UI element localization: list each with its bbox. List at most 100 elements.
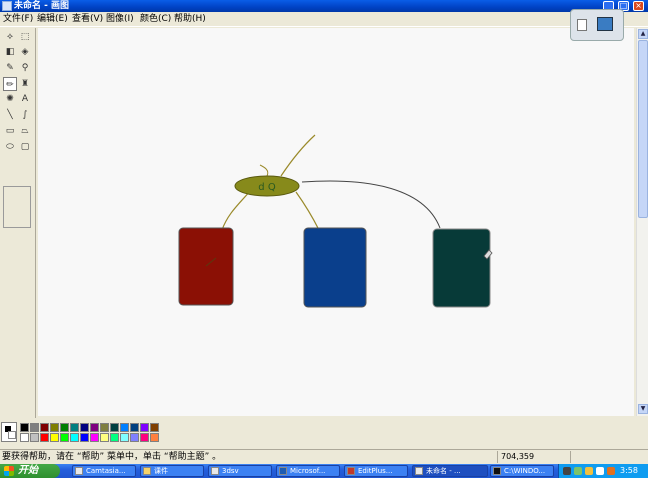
magnifier-icon[interactable]: ⚲ <box>18 61 32 75</box>
color-palette <box>0 418 648 448</box>
console-icon <box>493 467 501 475</box>
polygon-icon[interactable]: ⏢ <box>18 124 32 138</box>
palette-swatch[interactable] <box>150 433 159 442</box>
drawn-box-blue <box>303 227 367 308</box>
taskbar-button-paint[interactable]: 未命名 - ... <box>412 465 488 477</box>
windows-logo-icon <box>4 466 14 476</box>
palette-swatch[interactable] <box>100 433 109 442</box>
folder-icon <box>143 467 151 475</box>
palette-swatch[interactable] <box>30 433 39 442</box>
palette-swatch[interactable] <box>90 423 99 432</box>
tray-update-icon[interactable] <box>607 467 615 475</box>
paint-app-icon <box>2 1 12 11</box>
scroll-thumb[interactable] <box>638 40 648 218</box>
pencil-icon[interactable]: ✏ <box>3 77 17 91</box>
current-colors[interactable] <box>1 422 17 442</box>
rectangle-icon[interactable]: ▭ <box>3 124 17 138</box>
ellipse-icon[interactable]: ⬭ <box>3 140 17 154</box>
palette-swatch[interactable] <box>140 433 149 442</box>
status-bar: 要获得帮助，请在 “帮助” 菜单中，单击 “帮助主题” 。 704,359 <box>0 449 648 464</box>
menu-view[interactable]: 查看(V) <box>72 13 103 26</box>
palette-swatch[interactable] <box>50 423 59 432</box>
taskbar-button-3dsv[interactable]: 3dsv <box>208 465 272 477</box>
scroll-up-icon[interactable]: ▲ <box>638 29 648 39</box>
menu-image[interactable]: 图像(I) <box>106 13 134 26</box>
drawn-line-middle <box>295 191 320 231</box>
drawn-line-right <box>301 180 441 229</box>
palette-swatch[interactable] <box>50 433 59 442</box>
drawn-box-red <box>178 227 234 306</box>
canvas-area: d Q <box>38 28 634 416</box>
drawn-line-top-left <box>259 164 269 177</box>
palette-swatch[interactable] <box>120 423 129 432</box>
palette-swatch[interactable] <box>80 423 89 432</box>
palette-swatch[interactable] <box>100 423 109 432</box>
palette-swatch[interactable] <box>130 433 139 442</box>
palette-swatch[interactable] <box>120 433 129 442</box>
curve-icon[interactable]: ∫ <box>18 108 32 122</box>
drawing-svg: d Q <box>178 134 493 308</box>
tray-security-icon[interactable] <box>596 467 604 475</box>
taskbar-clock[interactable]: 3:58 <box>620 464 638 478</box>
palette-swatch[interactable] <box>110 433 119 442</box>
free-select-icon[interactable]: ⟡ <box>3 30 17 44</box>
palette-swatch[interactable] <box>70 433 79 442</box>
palette-swatch[interactable] <box>150 423 159 432</box>
taskbar-button-cmd[interactable]: C:\WINDO... <box>490 465 554 477</box>
palette-swatch[interactable] <box>60 423 69 432</box>
palette-swatch[interactable] <box>80 433 89 442</box>
palette-swatch[interactable] <box>60 433 69 442</box>
line-icon[interactable]: ╲ <box>3 108 17 122</box>
palette-swatch[interactable] <box>130 423 139 432</box>
paint-window: 未命名 - 画图 _ □ × 文件(F) 编辑(E) 查看(V) 图像(I) 颜… <box>0 0 648 478</box>
tool-options-box[interactable] <box>3 186 31 228</box>
word-icon <box>279 467 287 475</box>
rect-select-icon[interactable]: ⬚ <box>18 30 32 44</box>
taskbar-button-editplus[interactable]: EditPlus... <box>344 465 408 477</box>
palette-swatch[interactable] <box>110 423 119 432</box>
window-title: 未命名 - 画图 <box>14 1 70 11</box>
overlay-monitor-icon[interactable] <box>597 17 613 31</box>
taskbar: 开始 Camtasia... 课件 3dsv Microsof... EditP… <box>0 464 648 478</box>
drawing-canvas[interactable]: d Q <box>38 28 634 416</box>
editplus-icon <box>347 467 355 475</box>
airbrush-icon[interactable]: ✺ <box>3 92 17 106</box>
pick-color-icon[interactable]: ✎ <box>3 61 17 75</box>
menu-help[interactable]: 帮助(H) <box>174 13 206 26</box>
palette-swatch[interactable] <box>70 423 79 432</box>
fill-icon[interactable]: ◈ <box>18 45 32 59</box>
floating-tool-overlay[interactable] <box>570 9 624 41</box>
palette-swatch[interactable] <box>140 423 149 432</box>
toolbox: ⟡ ⬚ ◧ ◈ ✎ ⚲ ✏ ♜ ✺ A ╲ ∫ ▭ ⏢ ⬭ ▢ <box>0 28 36 418</box>
tray-volume-icon[interactable] <box>585 467 593 475</box>
palette-swatch[interactable] <box>30 423 39 432</box>
close-button[interactable]: × <box>633 1 644 11</box>
camtasia-icon <box>75 467 83 475</box>
tray-app-icon[interactable] <box>563 467 571 475</box>
cursor-coordinates: 704,359 <box>497 451 567 463</box>
rounded-rect-icon[interactable]: ▢ <box>18 140 32 154</box>
status-help-text: 要获得帮助，请在 “帮助” 菜单中，单击 “帮助主题” 。 <box>2 452 222 462</box>
palette-swatch[interactable] <box>90 433 99 442</box>
eraser-icon[interactable]: ◧ <box>3 45 17 59</box>
menu-colors[interactable]: 颜色(C) <box>140 13 171 26</box>
scroll-down-icon[interactable]: ▼ <box>638 404 648 414</box>
drawn-line-left <box>221 189 252 231</box>
palette-swatch[interactable] <box>20 433 29 442</box>
brush-icon[interactable]: ♜ <box>18 77 32 91</box>
title-bar[interactable]: 未命名 - 画图 _ □ × <box>0 0 648 12</box>
overlay-arrow-icon[interactable] <box>577 19 587 31</box>
menu-edit[interactable]: 编辑(E) <box>37 13 68 26</box>
tray-network-icon[interactable] <box>574 467 582 475</box>
taskbar-button-folder[interactable]: 课件 <box>140 465 204 477</box>
text-icon[interactable]: A <box>18 92 32 106</box>
taskbar-button-camtasia[interactable]: Camtasia... <box>72 465 136 477</box>
menu-file[interactable]: 文件(F) <box>3 13 33 26</box>
vertical-scrollbar[interactable]: ▲ ▼ <box>636 28 648 416</box>
palette-swatch[interactable] <box>40 433 49 442</box>
palette-swatch[interactable] <box>40 423 49 432</box>
palette-swatch[interactable] <box>20 423 29 432</box>
taskbar-button-microsoft[interactable]: Microsof... <box>276 465 340 477</box>
start-button[interactable]: 开始 <box>0 464 60 478</box>
node-label: d Q <box>258 182 276 193</box>
